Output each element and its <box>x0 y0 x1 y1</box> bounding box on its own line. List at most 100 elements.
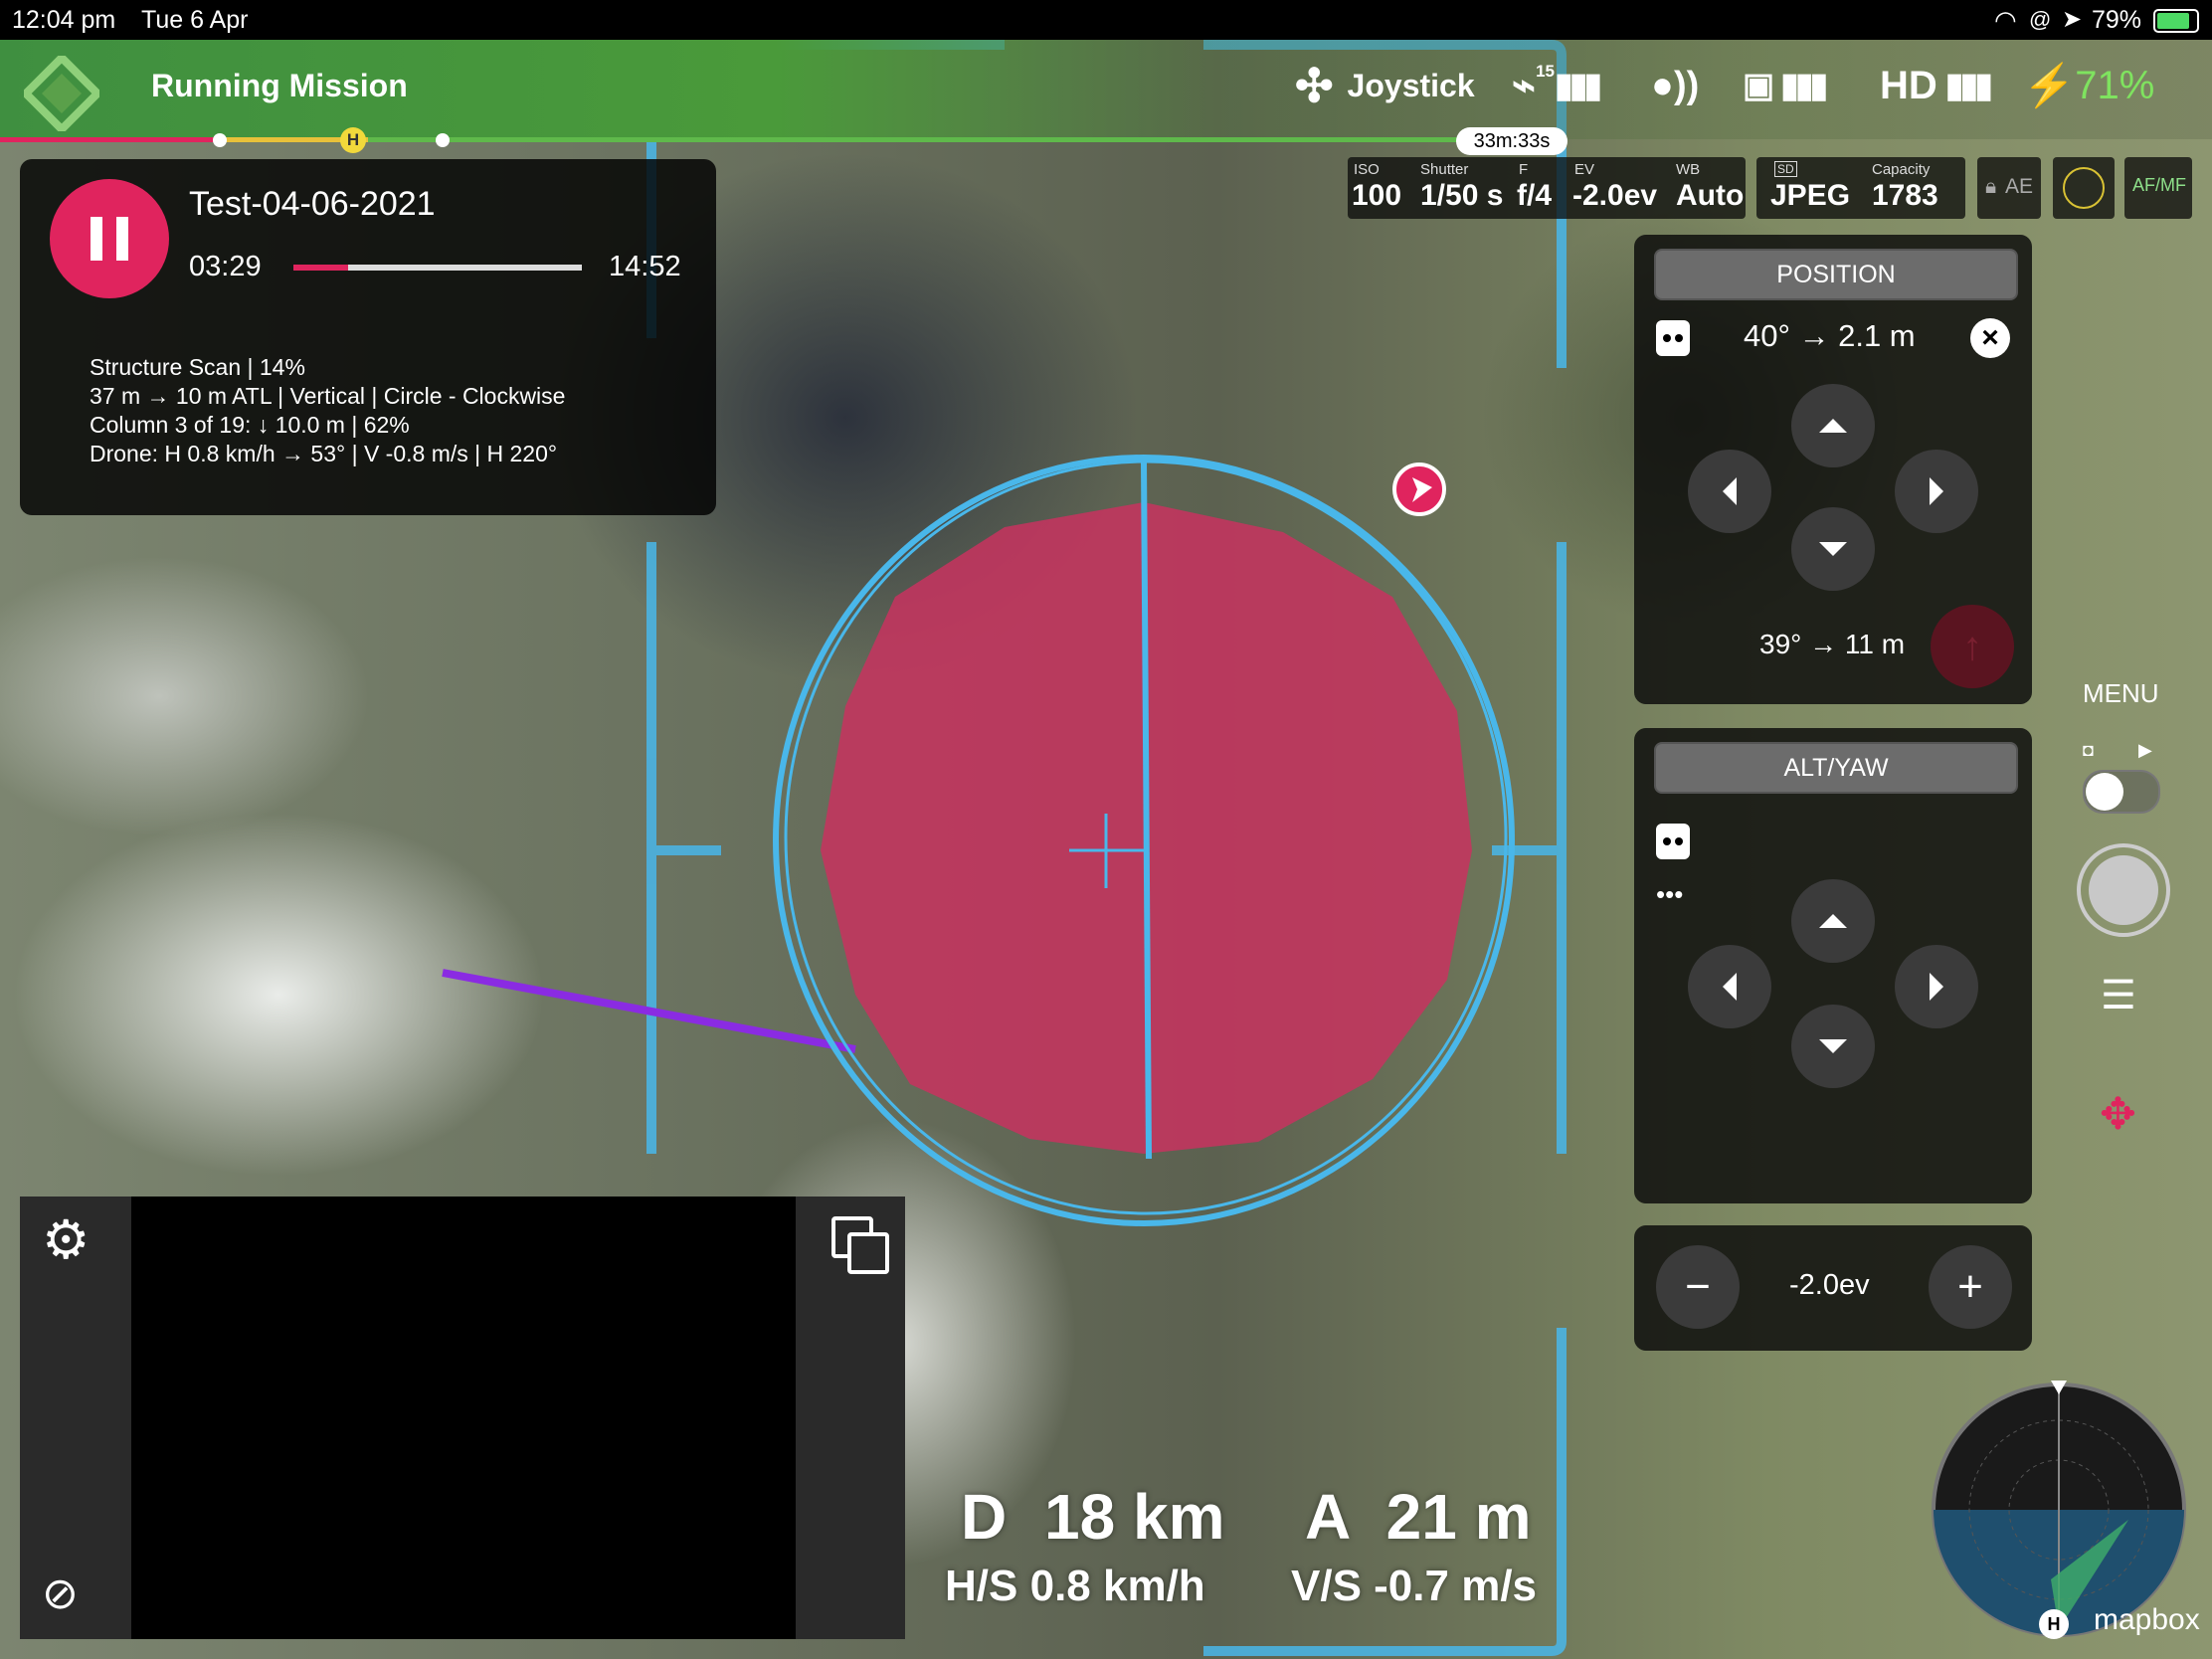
controller-icon: ▣ <box>1743 67 1775 104</box>
ae-lock-button[interactable]: 🔒︎ AE <box>1977 157 2041 219</box>
mission-details: Structure Scan | 14% 37 m → 10 m ATL | V… <box>90 353 565 468</box>
gps-signal-bars-icon: ▮▮▮ <box>1555 67 1602 104</box>
more-options-icon[interactable]: ••• <box>1656 879 1683 910</box>
exposure-decrease-button[interactable]: − <box>1656 1245 1740 1329</box>
app-logo-icon[interactable] <box>20 52 103 135</box>
ev-value: -2.0ev <box>1572 179 1658 212</box>
video-signal[interactable]: HD ▮▮▮ <box>1880 62 1993 109</box>
afmf-button[interactable]: AF/MF <box>2124 157 2192 219</box>
satellite-icon: ⌁ <box>1512 64 1537 107</box>
position-panel-title: POSITION <box>1654 249 2018 300</box>
ae-label: AE <box>2005 175 2034 198</box>
horizontal-speed-readout: H/S 0.8 km/h <box>945 1562 1205 1611</box>
position-left-button[interactable] <box>1688 450 1771 533</box>
position-up-button[interactable] <box>1791 384 1875 467</box>
remote-controller-icon <box>1656 824 1690 859</box>
capacity-label: Capacity <box>1872 161 1931 178</box>
altyaw-panel: ALT/YAW ••• <box>1634 728 2032 1203</box>
hide-icon[interactable]: ⊘ <box>42 1568 79 1619</box>
position-down-button[interactable] <box>1791 507 1875 591</box>
go-to-position-button[interactable]: ↑ <box>1931 605 2014 688</box>
close-icon[interactable]: × <box>1970 318 2010 358</box>
remote-signal-bars-icon: ▮▮▮ <box>1780 67 1828 104</box>
arrow-down-icon <box>1819 1039 1847 1053</box>
shutter-value: 1/50 s <box>1420 179 1504 212</box>
exposure-panel: − -2.0ev + <box>1634 1225 2032 1351</box>
arrow-down-icon <box>1819 542 1847 556</box>
vspeed-value: -0.7 m/s <box>1374 1562 1538 1610</box>
status-battery-text: 79% <box>2092 6 2142 34</box>
orientation-lock-icon: @ <box>2029 7 2052 32</box>
wifi-icon: ◠ <box>1994 5 2017 35</box>
exposure-increase-button[interactable]: + <box>1929 1245 2012 1329</box>
arrow-right-icon <box>1930 477 1943 505</box>
status-battery-icon <box>2153 9 2199 33</box>
gimbal-move-icon[interactable]: ✥ <box>2100 1089 2136 1140</box>
position-top-value: 40° → 2.1 m <box>1744 318 1916 353</box>
pip-view[interactable] <box>20 1197 905 1639</box>
remote-signal[interactable]: ▣ ▮▮▮ <box>1743 62 1828 109</box>
menu-label[interactable]: MENU <box>2083 678 2159 709</box>
battery-flash-icon: ⚡ <box>2023 61 2076 108</box>
mission-card: Test-04-06-2021 03:29 14:52 Structure Sc… <box>20 159 716 515</box>
position-bottom-value: 39° → 11 m <box>1759 629 1906 659</box>
mission-detail-line: Column 3 of 19: ↓ 10.0 m | 62% <box>90 412 410 438</box>
mission-progress-bar <box>293 265 582 271</box>
vspeed-label: V/S <box>1291 1562 1362 1610</box>
camera-exposure-settings[interactable]: ISO 100 Shutter 1/50 s F f/4 EV -2.0ev W… <box>1348 157 1746 219</box>
map-home-marker: H <box>2039 1609 2069 1639</box>
status-bar: 12:04 pm Tue 6 Apr ◠ @ ➤ 79% <box>0 0 2212 40</box>
photo-mode-icon: ◘ <box>2083 740 2094 760</box>
drone-battery[interactable]: ⚡ 71% <box>2023 62 2154 109</box>
mission-detail-line: Structure Scan | 14% <box>90 354 305 380</box>
arrow-left-icon <box>1723 477 1737 505</box>
exposure-value: -2.0ev <box>1789 1269 1870 1301</box>
camera-storage-settings[interactable]: SD JPEG Capacity 1783 <box>1756 157 1965 219</box>
photo-video-toggle[interactable] <box>2083 770 2160 814</box>
position-panel: POSITION 40° → 2.1 m × 39° → 11 m ↑ <box>1634 235 2032 704</box>
lock-icon: 🔒︎ <box>1985 175 1997 198</box>
mission-status-title: Running Mission <box>151 67 408 103</box>
hspeed-value: 0.8 km/h <box>1029 1562 1205 1610</box>
drone-icon: ✣ <box>1295 60 1334 111</box>
remote-controller-icon <box>1656 320 1690 356</box>
altitude-value: 21 m <box>1385 1481 1532 1553</box>
swap-view-icon[interactable] <box>831 1216 889 1274</box>
gear-icon[interactable]: ⚙ <box>42 1208 90 1271</box>
pause-button[interactable] <box>50 179 169 298</box>
mapbox-attribution: mapbox <box>2094 1603 2200 1636</box>
wb-value: Auto <box>1676 179 1745 212</box>
settings-sliders-icon[interactable]: ☰ <box>2101 973 2136 1018</box>
wb-label: WB <box>1676 161 1701 178</box>
altitude-down-button[interactable] <box>1791 1005 1875 1088</box>
video-signal-bars-icon: ▮▮▮ <box>1944 67 1993 104</box>
arrow-up-icon <box>1819 419 1847 433</box>
gps-signal[interactable]: ⌁ 15 ▮▮▮ <box>1512 62 1602 109</box>
location-icon: ➤ <box>2062 6 2083 33</box>
flight-mode-label: Joystick <box>1347 67 1475 103</box>
altitude-label: A <box>1305 1481 1349 1553</box>
distance-label: D <box>961 1481 1008 1553</box>
pip-right-toolbar <box>796 1197 905 1639</box>
mission-elapsed: 03:29 <box>189 251 262 282</box>
iso-label: ISO <box>1354 161 1380 178</box>
yaw-right-button[interactable] <box>1895 945 1978 1028</box>
sd-card-icon: SD <box>1774 161 1797 177</box>
drone-battery-value: 71% <box>2075 63 2155 107</box>
afmf-label: AF/MF <box>2132 175 2186 195</box>
flight-mode[interactable]: ✣ Joystick <box>1295 60 1475 111</box>
yaw-left-button[interactable] <box>1688 945 1771 1028</box>
position-right-button[interactable] <box>1895 450 1978 533</box>
arrow-right-icon <box>1930 973 1943 1001</box>
distance-readout: D 18 km <box>961 1480 1224 1554</box>
rc-signal[interactable]: ●)) <box>1651 62 1699 109</box>
focus-target-button[interactable] <box>2053 157 2115 219</box>
altitude-up-button[interactable] <box>1791 879 1875 963</box>
radar-minimap[interactable] <box>1930 1381 2188 1639</box>
ev-label: EV <box>1574 161 1595 178</box>
altitude-readout: A 21 m <box>1305 1480 1532 1554</box>
broadcast-icon: ●)) <box>1651 64 1700 106</box>
progress-waypoint-end <box>436 133 450 147</box>
shutter-button[interactable] <box>2077 843 2170 937</box>
status-date: Tue 6 Apr <box>141 6 249 34</box>
